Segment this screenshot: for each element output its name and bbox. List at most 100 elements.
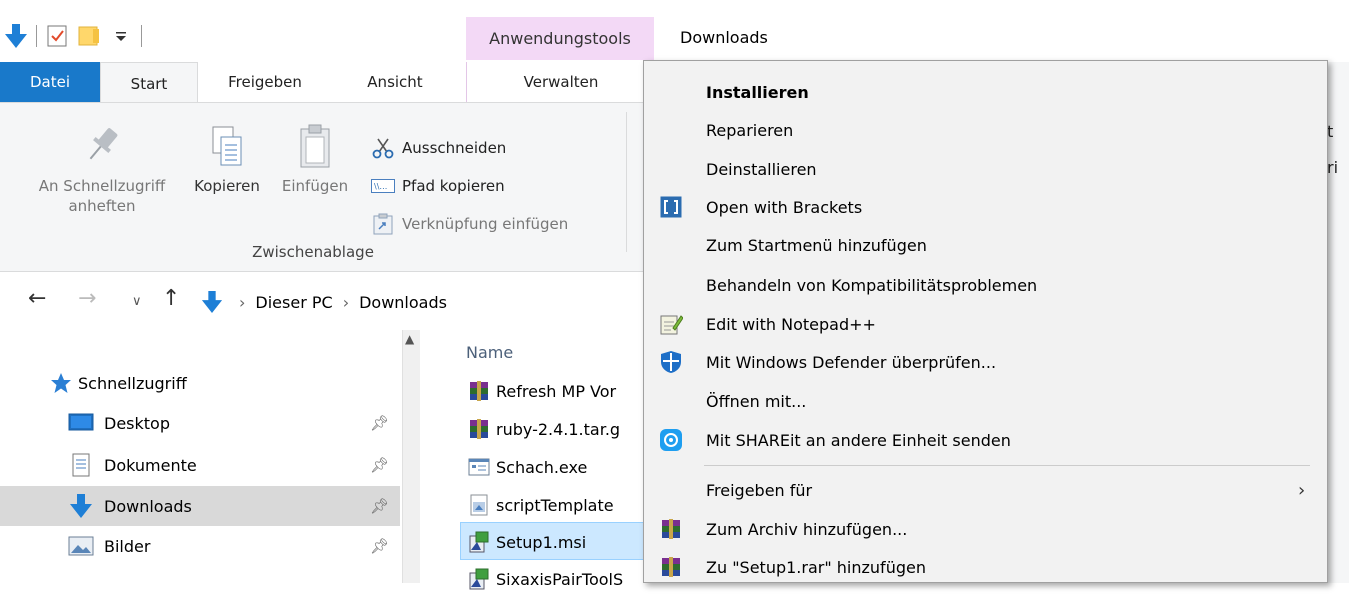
tab-datei[interactable]: Datei: [0, 62, 100, 102]
file-name: scriptTemplate: [496, 495, 614, 515]
menu-item-edit-notepad[interactable]: Edit with Notepad++: [644, 305, 1327, 343]
pinned-icon: 📌︎: [370, 456, 390, 474]
nav-item-desktop[interactable]: Desktop 📌︎: [66, 403, 400, 443]
quick-access-toolbar: [0, 14, 146, 58]
pin-quick-access-button[interactable]: An Schnellzugriff anheften: [18, 123, 186, 216]
tab-ansicht[interactable]: Ansicht: [340, 62, 450, 102]
paste-shortcut-icon: [370, 212, 396, 236]
up-arrow-icon[interactable]: ↑: [162, 286, 180, 311]
back-arrow-icon[interactable]: ←: [28, 286, 46, 311]
copy-label: Kopieren: [194, 177, 260, 195]
menu-item-repair[interactable]: Reparieren: [644, 111, 1327, 149]
qat-separator: [36, 25, 37, 47]
tab-verwalten[interactable]: Verwalten: [466, 62, 655, 102]
menu-item-uninstall[interactable]: Deinstallieren: [644, 150, 1327, 188]
script-icon: [466, 493, 492, 517]
context-menu: Installieren Reparieren Deinstallieren O…: [643, 60, 1328, 583]
copy-path-label: Pfad kopieren: [402, 177, 505, 195]
nav-item-downloads[interactable]: Downloads 📌︎: [0, 486, 400, 526]
shareit-icon: [658, 427, 684, 453]
recent-locations-chevron-icon[interactable]: ∨: [132, 294, 142, 309]
menu-item-label: Mit Windows Defender überprüfen...: [706, 352, 997, 372]
cut-button[interactable]: Ausschneiden: [370, 132, 506, 164]
copy-icon: [207, 123, 247, 176]
pin-icon: [82, 123, 122, 176]
pinned-icon: 📌︎: [370, 537, 390, 555]
pin-label-line2: anheften: [68, 197, 136, 215]
download-arrow-icon[interactable]: [0, 20, 32, 52]
menu-item-label: Freigeben für: [706, 480, 813, 500]
exe-icon: [466, 455, 492, 479]
menu-item-shareit[interactable]: Mit SHAREit an andere Einheit senden: [644, 421, 1327, 459]
file-name: SixaxisPairToolS: [496, 569, 624, 589]
file-row[interactable]: scriptTemplate: [466, 486, 614, 524]
file-row[interactable]: ruby-2.4.1.tar.g: [466, 410, 620, 448]
file-row[interactable]: SixaxisPairToolS: [466, 560, 623, 598]
navpane-scrollbar[interactable]: [402, 330, 420, 583]
scroll-up-icon[interactable]: ▲: [405, 332, 414, 346]
customize-qat-icon[interactable]: [105, 20, 137, 52]
copy-path-icon: \\…: [370, 174, 396, 198]
nav-item-label: Bilder: [104, 536, 151, 556]
menu-item-add-to-rar[interactable]: Zu "Setup1.rar" hinzufügen: [644, 548, 1327, 582]
menu-item-label: Open with Brackets: [706, 197, 863, 217]
column-header-name[interactable]: Name: [466, 343, 513, 362]
menu-item-share-with[interactable]: Freigeben für ›: [644, 471, 1327, 509]
notepad-icon: [658, 311, 684, 337]
nav-item-label: Desktop: [104, 413, 170, 433]
download-arrow-icon: [201, 290, 223, 314]
tab-freigeben[interactable]: Freigeben: [200, 62, 330, 102]
documents-icon: [66, 453, 96, 477]
address-field[interactable]: › Dieser PC › Downloads: [200, 284, 632, 320]
copy-button[interactable]: Kopieren: [186, 123, 268, 196]
nav-item-documents[interactable]: Dokumente 📌︎: [66, 445, 400, 485]
ribbon-cutoff-text: ri: [1327, 158, 1339, 177]
breadcrumb-this-pc[interactable]: Dieser PC: [255, 293, 332, 312]
msi-icon: [466, 530, 492, 554]
paste-button[interactable]: Einfügen: [270, 123, 360, 196]
pin-label-line1: An Schnellzugriff: [38, 177, 166, 195]
menu-item-troubleshoot-compatibility[interactable]: Behandeln von Kompatibilitätsproblemen: [644, 266, 1327, 304]
menu-item-windows-defender[interactable]: Mit Windows Defender überprüfen...: [644, 343, 1327, 381]
nav-item-quick-access[interactable]: Schnellzugriff: [50, 363, 400, 403]
file-row[interactable]: Schach.exe: [466, 448, 587, 486]
forward-arrow-icon[interactable]: →: [78, 286, 96, 311]
breadcrumb-separator: ›: [239, 292, 246, 312]
menu-item-open-with[interactable]: Öffnen mit...: [644, 382, 1327, 420]
archive-icon: [466, 379, 492, 403]
copy-path-button[interactable]: \\… Pfad kopieren: [370, 170, 505, 202]
menu-item-label: Behandeln von Kompatibilitätsproblemen: [706, 275, 1038, 295]
menu-item-install[interactable]: Installieren: [644, 73, 1327, 111]
nav-item-label: Downloads: [104, 496, 192, 516]
window-title: Downloads: [680, 28, 768, 47]
paste-shortcut-label: Verknüpfung einfügen: [402, 215, 569, 233]
paste-label: Einfügen: [281, 177, 349, 195]
menu-item-open-with-brackets[interactable]: Open with Brackets: [644, 188, 1327, 226]
menu-item-add-to-archive[interactable]: Zum Archiv hinzufügen...: [644, 510, 1327, 548]
tab-start[interactable]: Start: [100, 62, 198, 104]
clipboard-group-label: Zwischenablage: [252, 243, 374, 261]
file-name: Schach.exe: [496, 457, 588, 477]
file-row[interactable]: Refresh MP Vor: [466, 372, 616, 410]
star-icon: [50, 371, 72, 395]
menu-item-label: Zum Archiv hinzufügen...: [706, 519, 908, 539]
brackets-icon: [658, 194, 684, 220]
breadcrumb-downloads[interactable]: Downloads: [359, 293, 447, 312]
paste-shortcut-button[interactable]: Verknüpfung einfügen: [370, 208, 568, 240]
nav-item-label: Schnellzugriff: [78, 373, 187, 393]
menu-item-label: Reparieren: [706, 120, 794, 140]
properties-icon[interactable]: [41, 20, 73, 52]
new-folder-icon[interactable]: [73, 20, 105, 52]
desktop-icon: [66, 411, 96, 435]
scissors-icon: [370, 136, 396, 160]
file-name: ruby-2.4.1.tar.g: [496, 419, 621, 439]
qat-separator: [141, 25, 142, 47]
file-row-selected[interactable]: Setup1.msi: [466, 523, 586, 561]
menu-item-label: Öffnen mit...: [706, 391, 807, 411]
menu-item-pin-to-start[interactable]: Zum Startmenü hinzufügen: [644, 226, 1327, 264]
menu-item-label: Zum Startmenü hinzufügen: [706, 235, 927, 255]
submenu-chevron-icon: ›: [1298, 479, 1306, 501]
archive-icon: [466, 417, 492, 441]
file-name: Refresh MP Vor: [496, 381, 617, 401]
nav-item-pictures[interactable]: Bilder 📌︎: [66, 526, 400, 566]
